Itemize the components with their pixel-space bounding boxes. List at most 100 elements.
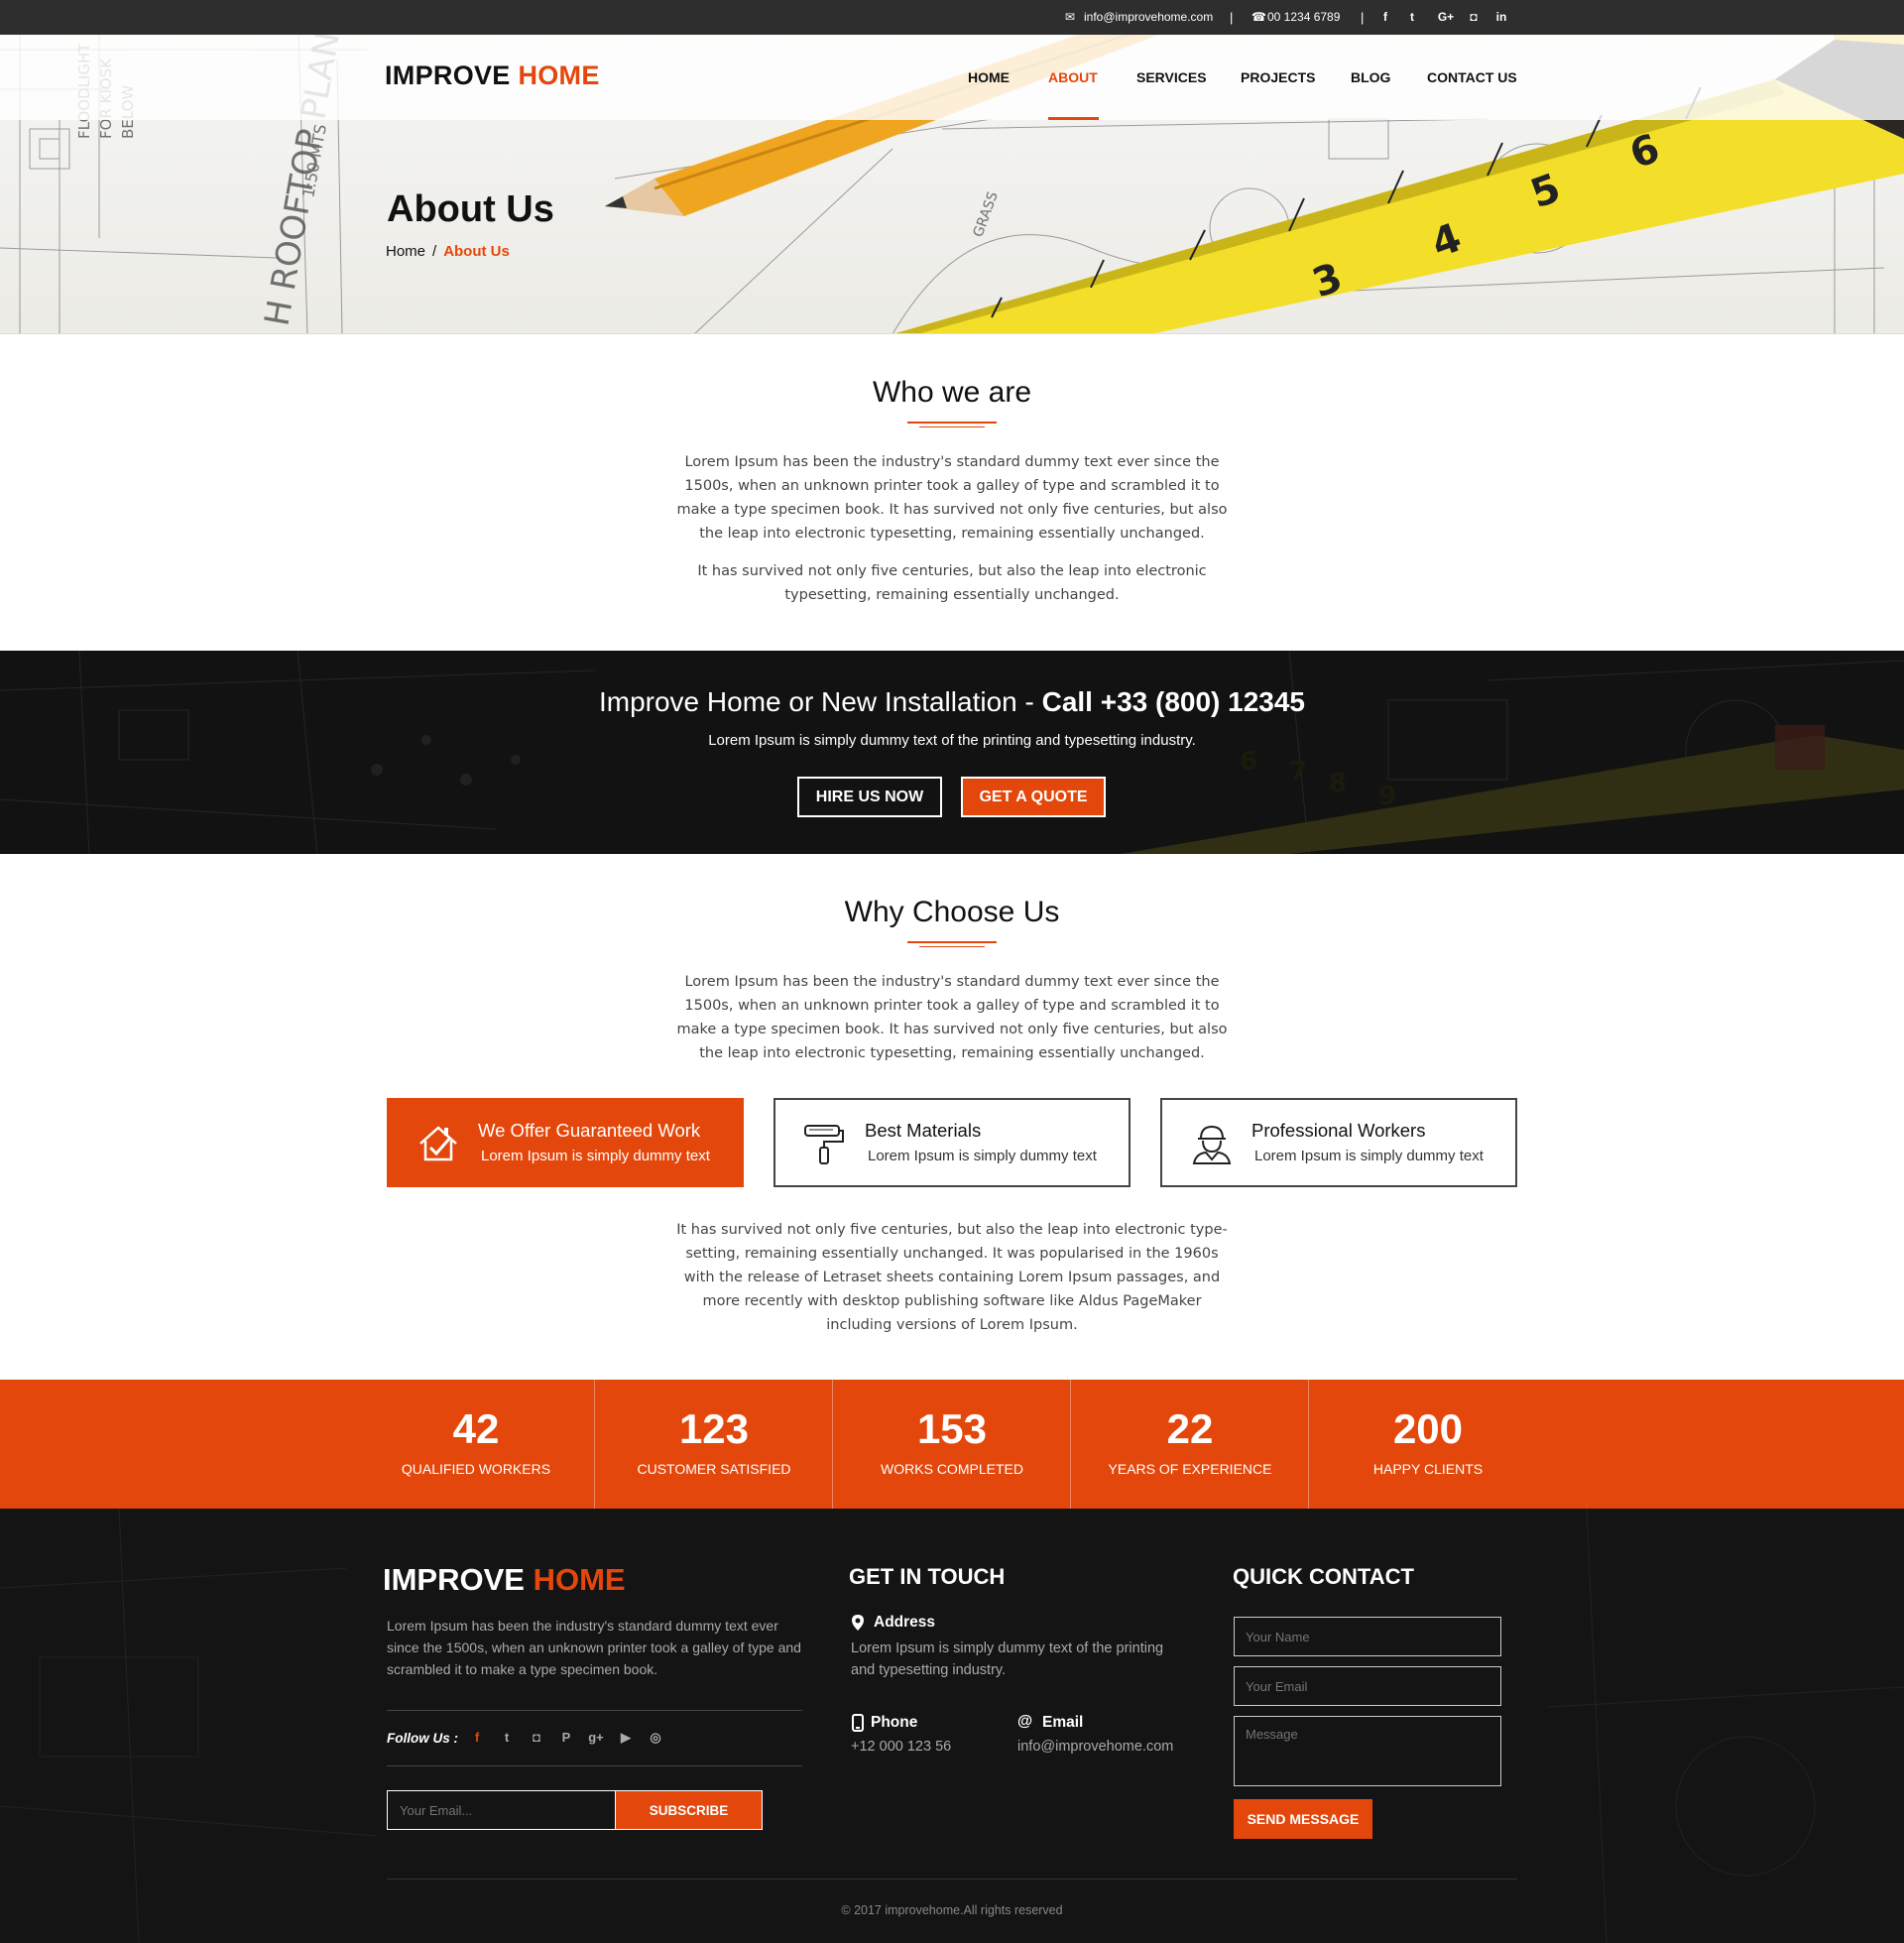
section-divider	[907, 941, 997, 949]
nav-projects[interactable]: PROJECTS	[1241, 69, 1315, 85]
nav-active-indicator	[1048, 117, 1099, 120]
facebook-icon[interactable]: f	[1376, 0, 1394, 35]
email-value[interactable]: info@improvehome.com	[1017, 1739, 1173, 1755]
email-icon: ✉	[1065, 10, 1076, 24]
breadcrumb: Home / About Us	[386, 243, 510, 260]
at-sign-icon: @	[1017, 1713, 1033, 1730]
twitter-icon[interactable]: t	[1403, 0, 1421, 35]
footer-bottom-divider	[387, 1879, 1517, 1880]
stat-value: 200	[1392, 1405, 1464, 1452]
google-plus-icon[interactable]: G+	[1434, 0, 1458, 35]
hire-us-now-button[interactable]: HIRE US NOW	[797, 777, 942, 817]
footer-divider	[387, 1765, 802, 1766]
stats-bar: 42 QUALIFIED WORKERS 123 CUSTOMER SATISF…	[0, 1380, 1904, 1509]
why-choose-us-paragraph-2: It has survived not only five centuries,…	[676, 1222, 1228, 1333]
site-footer: IMPROVE HOME Lorem Ipsum has been the in…	[0, 1509, 1904, 1943]
get-a-quote-button[interactable]: GET A QUOTE	[961, 777, 1106, 817]
cta-subtitle: Lorem Ipsum is simply dummy text of the …	[708, 732, 1196, 749]
svg-text:GRASS: GRASS	[971, 189, 1002, 239]
dribbble-icon[interactable]: ◎	[645, 1727, 666, 1749]
stat-value: 42	[452, 1405, 500, 1452]
phone-icon: ☎	[1251, 10, 1266, 24]
google-plus-icon[interactable]: g+	[585, 1727, 607, 1749]
email-label: Email	[1042, 1714, 1084, 1731]
pinterest-icon[interactable]: P	[555, 1727, 577, 1749]
hero-banner: H ROOFTOP PLAN 1:50 MTS FLOODLIGHT FOR K…	[0, 0, 1904, 334]
linkedin-icon[interactable]: in	[1492, 0, 1510, 35]
page-title: About Us	[387, 188, 554, 230]
why-choose-us-paragraph-1: Lorem Ipsum has been the industry's stan…	[676, 974, 1228, 1061]
address-text: Lorem Ipsum is simply dummy text of the …	[851, 1640, 1164, 1678]
stat-label: WORKS COMPLETED	[881, 1461, 1023, 1477]
stat-label: YEARS OF EXPERIENCE	[1108, 1461, 1272, 1477]
topbar-separator: |	[1230, 10, 1234, 25]
feature-text: Lorem Ipsum is simply dummy text	[868, 1148, 1097, 1164]
instagram-icon[interactable]: ◘	[526, 1727, 547, 1749]
stat-value: 22	[1166, 1405, 1214, 1452]
nav-blog[interactable]: BLOG	[1351, 69, 1390, 85]
topbar-email[interactable]: info@improvehome.com	[1084, 0, 1213, 35]
breadcrumb-current: About Us	[443, 243, 510, 260]
quick-message-textarea[interactable]	[1234, 1716, 1501, 1786]
footer-divider	[387, 1710, 802, 1711]
nav-contact-us[interactable]: CONTACT US	[1427, 69, 1517, 85]
feature-title: Professional Workers	[1251, 1120, 1426, 1141]
breadcrumb-separator: /	[432, 243, 437, 260]
footer-logo[interactable]: IMPROVE HOME	[383, 1562, 626, 1598]
site-logo[interactable]: IMPROVE HOME	[385, 61, 600, 91]
stat-label: QUALIFIED WORKERS	[401, 1461, 551, 1477]
tools-background-image: 6789	[0, 651, 1904, 854]
quick-contact-heading: QUICK CONTACT	[1233, 1564, 1414, 1589]
main-navbar	[0, 35, 1904, 120]
instagram-icon[interactable]: ◘	[1465, 0, 1483, 35]
topbar-separator: |	[1361, 10, 1365, 25]
feature-card-best-materials[interactable]: Best Materials Lorem Ipsum is simply dum…	[774, 1098, 1130, 1187]
subscribe-email-input[interactable]	[387, 1790, 615, 1830]
stat-label: CUSTOMER SATISFIED	[637, 1461, 791, 1477]
address-label: Address	[874, 1614, 936, 1631]
nav-home[interactable]: HOME	[968, 69, 1010, 85]
follow-us-label: Follow Us :	[387, 1731, 458, 1746]
stat-label: HAPPY CLIENTS	[1372, 1461, 1484, 1477]
stat-customer-satisfied: 123 CUSTOMER SATISFIED	[595, 1380, 833, 1509]
stat-works-completed: 153 WORKS COMPLETED	[833, 1380, 1071, 1509]
quick-name-input[interactable]	[1234, 1617, 1501, 1656]
who-we-are-paragraph-1: Lorem Ipsum has been the industry's stan…	[676, 454, 1228, 542]
logo-part1: IMPROVE	[385, 61, 511, 90]
paint-roller-icon	[804, 1125, 844, 1164]
cta-title-lead: Improve Home or New Installation -	[598, 686, 1042, 717]
map-pin-icon	[852, 1615, 864, 1631]
feature-card-professional-workers[interactable]: Professional Workers Lorem Ipsum is simp…	[1160, 1098, 1517, 1187]
facebook-icon[interactable]: f	[466, 1727, 488, 1749]
quick-email-input[interactable]	[1234, 1666, 1501, 1706]
feature-title: Best Materials	[865, 1120, 982, 1141]
top-bar: ✉ info@improvehome.com | ☎ 00 1234 6789 …	[0, 0, 1904, 35]
stat-happy-clients: 200 HAPPY CLIENTS	[1309, 1380, 1547, 1509]
mobile-phone-icon	[852, 1714, 864, 1732]
feature-text: Lorem Ipsum is simply dummy text	[1254, 1148, 1484, 1164]
youtube-icon[interactable]: ▶	[615, 1727, 637, 1749]
logo-part2: HOME	[533, 1562, 626, 1597]
feature-card-guaranteed-work[interactable]: We Offer Guaranteed Work Lorem Ipsum is …	[387, 1098, 744, 1187]
house-check-icon	[419, 1126, 457, 1161]
stat-qualified-workers: 42 QUALIFIED WORKERS	[357, 1380, 595, 1509]
copyright-text: © 2017 improvehome.All rights reserved	[841, 1903, 1063, 1917]
stat-value: 123	[678, 1405, 750, 1452]
cta-title: Improve Home or New Installation - Call …	[0, 686, 1904, 718]
feature-title: We Offer Guaranteed Work	[478, 1120, 701, 1141]
worker-icon	[1192, 1125, 1232, 1164]
nav-services[interactable]: SERVICES	[1136, 69, 1207, 85]
breadcrumb-home-link[interactable]: Home	[386, 243, 425, 260]
topbar-phone[interactable]: 00 1234 6789	[1267, 0, 1340, 35]
subscribe-button[interactable]: SUBSCRIBE	[615, 1790, 763, 1830]
phone-label: Phone	[871, 1714, 918, 1731]
call-banner: 6789 Improve Home or New Installation - …	[0, 651, 1904, 854]
send-message-button[interactable]: SEND MESSAGE	[1234, 1799, 1372, 1839]
stat-years-of-experience: 22 YEARS OF EXPERIENCE	[1071, 1380, 1309, 1509]
phone-value[interactable]: +12 000 123 56	[851, 1739, 951, 1755]
twitter-icon[interactable]: t	[496, 1727, 518, 1749]
nav-about[interactable]: ABOUT	[1048, 69, 1098, 85]
stat-value: 153	[916, 1405, 988, 1452]
why-choose-us-title: Why Choose Us	[844, 896, 1060, 928]
who-we-are-paragraph-2: It has survived not only five centuries,…	[697, 563, 1207, 603]
